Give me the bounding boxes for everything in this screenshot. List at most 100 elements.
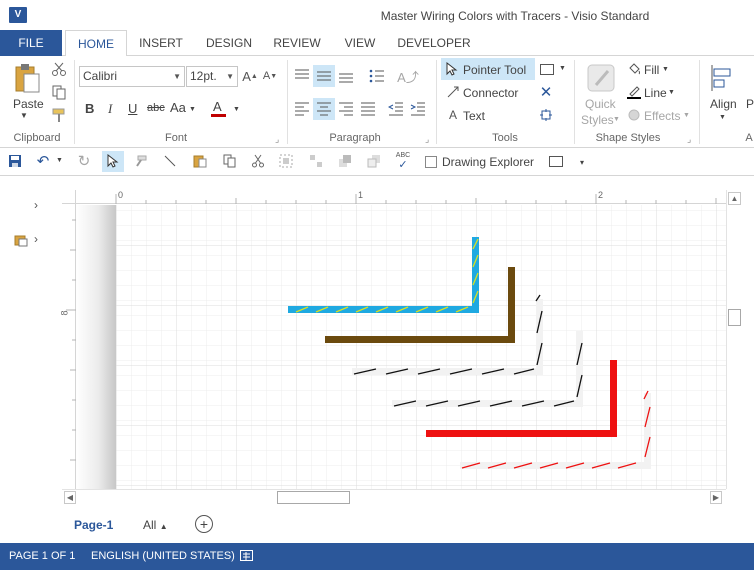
cyan-wire-with-yellow-tracer[interactable] xyxy=(288,237,479,313)
chevron-down-icon[interactable]: ▼ xyxy=(226,67,234,86)
line-pencil-icon[interactable] xyxy=(626,84,642,100)
rectangle-icon[interactable] xyxy=(539,62,555,76)
drawing-canvas[interactable] xyxy=(76,205,726,489)
align-center-icon[interactable] xyxy=(314,99,334,119)
paste-dropdown-arrow[interactable]: ▼ xyxy=(20,111,28,120)
chevron-down-icon[interactable]: ▼ xyxy=(668,89,675,96)
ungroup-icon[interactable] xyxy=(308,153,324,169)
cut-icon[interactable] xyxy=(250,153,266,169)
chevron-down-icon[interactable]: ▼ xyxy=(683,112,690,119)
macro-record-icon[interactable] xyxy=(240,550,253,561)
paste-label[interactable]: Paste xyxy=(13,97,44,111)
add-page-icon[interactable]: + xyxy=(195,515,213,533)
fill-label[interactable]: Fill xyxy=(644,63,659,77)
undo-icon[interactable]: ↶ xyxy=(34,153,52,170)
effects-label[interactable]: Effects xyxy=(644,109,680,123)
line-tool-icon[interactable] xyxy=(162,153,178,169)
tab-file[interactable]: FILE xyxy=(0,30,62,56)
chevron-down-icon[interactable]: ▼ xyxy=(559,65,566,72)
spelling-icon[interactable]: ABC ✓ xyxy=(394,151,412,171)
status-page-count[interactable]: PAGE 1 OF 1 xyxy=(9,550,75,562)
shapes-stencil-icon[interactable] xyxy=(13,232,29,248)
decrease-indent-icon[interactable] xyxy=(386,99,406,119)
tab-view[interactable]: VIEW xyxy=(336,30,384,56)
font-size-combo[interactable]: 12pt. ▼ xyxy=(186,66,238,87)
text-tool-label[interactable]: Text xyxy=(463,109,485,123)
align-middle-icon[interactable] xyxy=(314,66,334,86)
scroll-up-arrow[interactable]: ▲ xyxy=(728,192,741,205)
drawing-explorer-label[interactable]: Drawing Explorer xyxy=(442,155,534,169)
bold-button[interactable]: B xyxy=(85,101,94,116)
scroll-right-arrow[interactable]: ▶ xyxy=(710,491,722,504)
brown-wire[interactable] xyxy=(325,267,515,343)
page-tab-page-1[interactable]: Page-1 xyxy=(74,518,113,532)
chevron-down-icon[interactable]: ▼ xyxy=(662,66,669,73)
align-top-icon[interactable] xyxy=(292,66,312,86)
save-icon[interactable] xyxy=(7,153,23,169)
text-tool-icon[interactable]: A xyxy=(445,107,461,123)
status-language[interactable]: ENGLISH (UNITED STATES) xyxy=(91,550,235,562)
close-icon[interactable]: ✕ xyxy=(538,84,554,101)
align-bottom-icon[interactable] xyxy=(336,66,356,86)
cut-icon[interactable] xyxy=(50,60,68,78)
increase-indent-icon[interactable] xyxy=(408,99,428,119)
align-label[interactable]: Align xyxy=(710,97,737,111)
quick-styles-label-2[interactable]: Styles xyxy=(581,113,614,127)
drawing-explorer-checkbox[interactable] xyxy=(425,156,437,168)
dialog-launcher-icon[interactable]: ⌟ xyxy=(425,134,429,145)
line-label[interactable]: Line xyxy=(644,86,667,100)
vertical-scrollbar[interactable]: ▲ xyxy=(726,190,742,489)
align-left-icon[interactable] xyxy=(292,99,312,119)
tab-developer[interactable]: DEVELOPER xyxy=(393,30,475,56)
rectangle-icon[interactable] xyxy=(549,156,563,167)
bullets-icon[interactable] xyxy=(367,66,387,86)
chevron-right-icon[interactable]: › xyxy=(34,198,38,212)
chevron-down-icon[interactable]: ▼ xyxy=(189,106,196,113)
tab-design[interactable]: DESIGN xyxy=(197,30,261,56)
effects-icon[interactable] xyxy=(626,107,642,123)
font-color-button[interactable]: A xyxy=(213,99,222,114)
paste-icon[interactable] xyxy=(12,62,42,94)
font-family-combo[interactable]: Calibri ▼ xyxy=(79,66,185,87)
dialog-launcher-icon[interactable]: ⌟ xyxy=(687,134,691,145)
copy-icon[interactable] xyxy=(222,153,238,169)
connector-icon[interactable] xyxy=(445,84,461,100)
grow-font-icon[interactable]: A ▲ xyxy=(242,68,258,84)
tab-review[interactable]: REVIEW xyxy=(266,30,328,56)
format-painter-icon[interactable] xyxy=(133,153,149,169)
tab-home[interactable]: HOME xyxy=(65,30,127,57)
chevron-right-icon[interactable]: › xyxy=(34,232,38,246)
dialog-launcher-icon[interactable]: ⌟ xyxy=(275,134,279,145)
copy-icon[interactable] xyxy=(50,83,68,101)
scroll-left-arrow[interactable]: ◀ xyxy=(64,491,76,504)
chevron-down-icon[interactable]: ▼ xyxy=(613,116,620,123)
chevron-down-icon[interactable]: ▼ xyxy=(56,157,63,164)
bring-to-front-icon[interactable] xyxy=(337,153,353,169)
all-pages-button[interactable]: All ▲ xyxy=(143,518,168,532)
horizontal-scrollbar[interactable]: ◀ ▶ xyxy=(62,489,726,505)
change-case-button[interactable]: Aa xyxy=(170,100,186,115)
chevron-down-icon[interactable]: ▼ xyxy=(233,106,240,113)
send-to-back-icon[interactable] xyxy=(366,153,382,169)
redo-icon[interactable]: ↻ xyxy=(76,153,92,170)
chevron-down-icon[interactable]: ▼ xyxy=(719,114,726,121)
connector-label[interactable]: Connector xyxy=(463,86,518,100)
vertical-scroll-thumb[interactable] xyxy=(728,309,741,326)
connection-point-icon[interactable] xyxy=(538,107,554,123)
group-icon[interactable] xyxy=(278,153,294,169)
chevron-down-icon[interactable]: ▼ xyxy=(173,67,181,86)
underline-button[interactable]: U xyxy=(128,101,137,116)
align-right-icon[interactable] xyxy=(336,99,356,119)
format-painter-icon[interactable] xyxy=(50,106,68,124)
customize-qat-icon[interactable]: ▾ xyxy=(580,158,584,167)
justify-icon[interactable] xyxy=(358,99,378,119)
strikethrough-button[interactable]: abc xyxy=(147,102,165,114)
paste-icon[interactable] xyxy=(192,153,208,169)
quick-styles-label-1[interactable]: Quick xyxy=(585,97,616,111)
text-direction-icon[interactable]: A⤴ xyxy=(397,66,419,86)
italic-button[interactable]: I xyxy=(108,101,112,117)
shrink-font-icon[interactable]: A ▼ xyxy=(262,68,278,84)
position-label[interactable]: P xyxy=(746,97,754,111)
horizontal-scroll-thumb[interactable] xyxy=(277,491,350,504)
tab-insert[interactable]: INSERT xyxy=(130,30,192,56)
